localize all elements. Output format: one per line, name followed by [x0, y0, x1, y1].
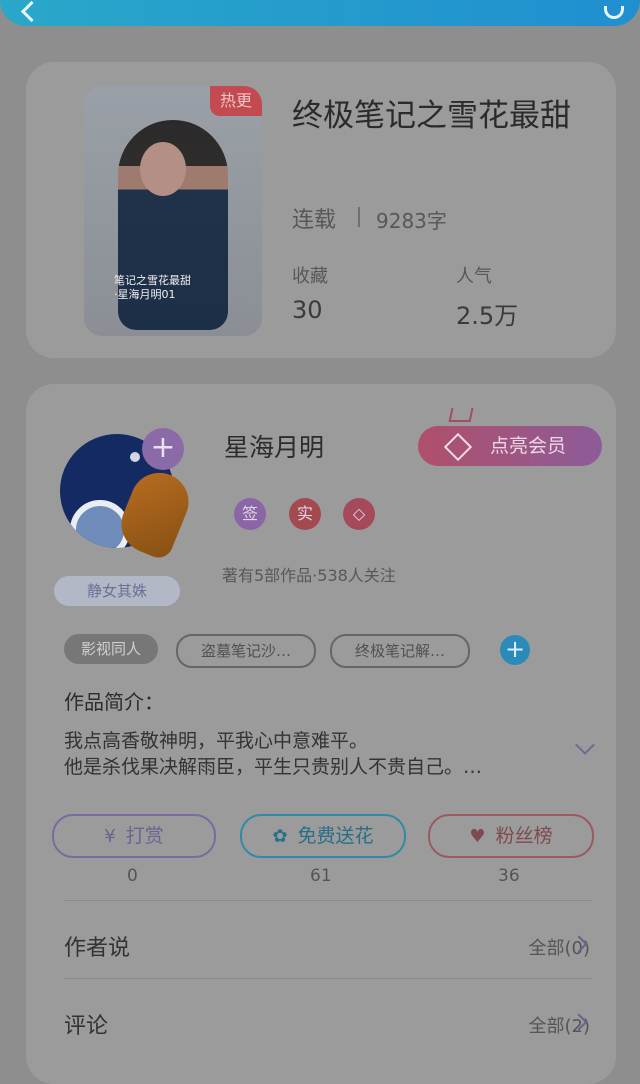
- verified-icon: 实: [289, 498, 321, 530]
- description-line-1: 我点高香敬神明，平我心中意难平。: [64, 730, 369, 752]
- crown-icon: [448, 408, 474, 422]
- cover-face: [140, 142, 186, 196]
- section-divider: [64, 978, 592, 979]
- book-cover[interactable]: 笔记之雪花最甜 ·星海月明01: [84, 86, 262, 336]
- favorites-label: 收藏: [292, 266, 328, 287]
- fan-ranking-label: 粉丝榜: [495, 825, 553, 847]
- tag-film-fanfic[interactable]: 影视同人: [64, 634, 158, 664]
- flower-icon: ✿: [272, 826, 288, 847]
- flower-count: 61: [310, 866, 332, 886]
- send-flower-button[interactable]: ✿ 免费送花: [240, 814, 406, 858]
- top-bar: [0, 0, 640, 26]
- book-title: 终极笔记之雪花最甜: [292, 98, 571, 134]
- book-word-count: 9283字: [376, 209, 447, 233]
- popularity-value: 2.5万: [456, 302, 519, 330]
- comments-title: 评论: [64, 1014, 109, 1039]
- diamond-icon: [443, 432, 473, 462]
- tip-count: 0: [127, 866, 138, 886]
- tag-ultimate-notes[interactable]: 终极笔记解…: [330, 634, 470, 668]
- favorites-value: 30: [292, 296, 323, 324]
- section-divider: [64, 900, 592, 901]
- intro-title: 作品简介：: [64, 690, 164, 714]
- fans-icon: ♥: [469, 826, 486, 847]
- cover-title-text: 笔记之雪花最甜 ·星海月明01: [114, 274, 191, 301]
- hot-badge: 热更: [210, 86, 262, 116]
- status-divider: [358, 207, 360, 227]
- tip-button[interactable]: ¥ 打赏: [52, 814, 216, 858]
- author-works-summary: 著有5部作品·538人关注: [222, 566, 396, 585]
- follow-plus-button[interactable]: +: [142, 428, 184, 470]
- fan-count: 36: [498, 866, 520, 886]
- author-name: 星海月明: [224, 433, 325, 462]
- menu-icon[interactable]: [604, 6, 624, 19]
- author-notes-title: 作者说: [64, 936, 131, 961]
- popularity-label: 人气: [456, 266, 492, 287]
- back-icon[interactable]: [20, 0, 43, 23]
- moon-icon: [130, 452, 140, 462]
- description-line-2: 他是杀伐果决解雨臣，平生只贵别人不贵自己。…: [64, 756, 483, 778]
- fan-ranking-button[interactable]: ♥ 粉丝榜: [428, 814, 594, 858]
- vip-button-label: 点亮会员: [490, 435, 567, 457]
- diamond-member-icon: ◇: [343, 498, 375, 530]
- author-title-badge: 静女其姝: [54, 576, 180, 606]
- yen-icon: ¥: [104, 826, 116, 847]
- book-status: 连载: [292, 208, 337, 233]
- vip-button[interactable]: 点亮会员: [418, 426, 602, 466]
- tag-daomu-notes[interactable]: 盗墓笔记沙…: [176, 634, 316, 668]
- send-flower-label: 免费送花: [297, 825, 374, 847]
- signed-icon: 签: [234, 498, 266, 530]
- tip-button-label: 打赏: [125, 825, 164, 847]
- add-tag-button[interactable]: +: [500, 635, 530, 665]
- book-description: 我点高香敬神明，平我心中意难平。 他是杀伐果决解雨臣，平生只贵别人不贵自己。…: [64, 728, 544, 780]
